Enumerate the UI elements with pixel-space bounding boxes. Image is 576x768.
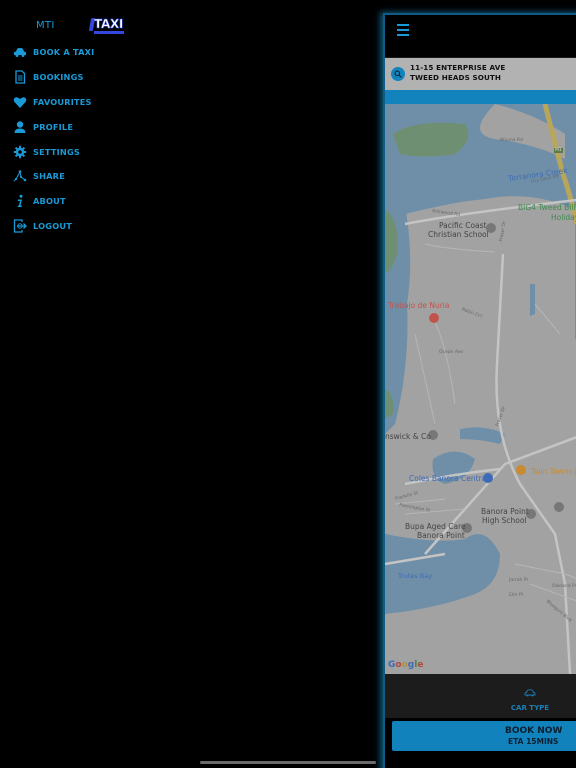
document-icon	[13, 70, 27, 84]
map-label: Jarrah Pl	[509, 578, 528, 583]
pickup-address-line1: 11-15 ENTERPRISE AVE	[410, 63, 506, 72]
menu-item-about[interactable]: ABOUT	[0, 189, 160, 214]
map-label: Christian School	[428, 230, 489, 239]
top-bar	[385, 15, 576, 57]
menu-item-favourites[interactable]: FAVOURITES	[0, 90, 160, 115]
menu-label: SETTINGS	[33, 146, 80, 157]
search-icon	[391, 67, 405, 81]
gear-icon	[13, 145, 27, 159]
hamburger-menu-icon[interactable]	[397, 24, 409, 36]
menu-label: LOGOUT	[33, 220, 72, 231]
map-label: Wyuna Rd	[500, 138, 523, 143]
map-label: Coles Banora Central	[409, 474, 489, 483]
eta-label: ETA 15MINS	[508, 737, 559, 746]
app-root: MTI TAXI BOOK A TAXI BOOKINGS FAVOURITES	[0, 0, 576, 768]
bottom-bar: CAR TYPE	[385, 674, 576, 718]
menu-label: BOOKINGS	[33, 72, 84, 83]
car-type-label: CAR TYPE	[510, 704, 550, 712]
car-icon	[13, 45, 27, 59]
map-label: Pacific Coast	[439, 221, 487, 230]
info-icon	[13, 194, 27, 208]
map-label: BIG4 Tweed Billab	[518, 203, 576, 212]
accent-strip	[385, 90, 576, 104]
map-label: Bupa Aged Care	[405, 522, 466, 531]
taxi-logo: TAXI	[88, 17, 124, 35]
map-label: nswick & Co	[385, 432, 431, 441]
map-view[interactable]: Terranora Creek Dry Dock Rd Wyuna Rd M1 …	[385, 104, 576, 674]
book-now-button[interactable]: BOOK NOW ETA 15MINS	[392, 721, 576, 751]
map-label: Twin Towns Ju	[531, 467, 576, 476]
menu-label: ABOUT	[33, 196, 66, 207]
heart-icon	[13, 95, 27, 109]
map-label: Holiday	[551, 213, 576, 222]
home-indicator[interactable]	[200, 761, 376, 764]
menu-label: FAVOURITES	[33, 96, 92, 107]
map-label: Ocean Ave	[439, 350, 464, 355]
main-panel[interactable]: 11-15 ENTERPRISE AVE TWEED HEADS SOUTH T…	[383, 13, 576, 768]
map-label: Elm Pl	[509, 593, 523, 598]
pickup-address: 11-15 ENTERPRISE AVE TWEED HEADS SOUTH	[410, 63, 505, 83]
side-menu: BOOK A TAXI BOOKINGS FAVOURITES PROFILE …	[0, 40, 160, 238]
user-icon	[13, 120, 27, 134]
menu-label: BOOK A TAXI	[33, 47, 95, 58]
menu-item-settings[interactable]: SETTINGS	[0, 139, 160, 164]
menu-label: PROFILE	[33, 121, 74, 132]
menu-label: SHARE	[33, 171, 65, 182]
map-pin-trabajo	[429, 313, 439, 323]
google-logo: Google	[388, 660, 424, 670]
map-label: High School	[482, 516, 527, 525]
logout-icon	[13, 219, 27, 233]
menu-header: MTI TAXI	[0, 14, 160, 38]
menu-item-share[interactable]: SHARE	[0, 164, 160, 189]
car-outline-icon	[524, 689, 536, 697]
map-label: Trutes Bay	[398, 572, 433, 580]
user-name: MTI	[36, 20, 55, 31]
menu-item-logout[interactable]: LOGOUT	[0, 214, 160, 239]
map-label: Oakland Pde	[552, 584, 576, 589]
map-label: Banora Point	[481, 507, 529, 516]
car-type-button[interactable]: CAR TYPE	[500, 682, 560, 712]
logo-text: TAXI	[94, 17, 124, 32]
map-label: Banora Point	[417, 531, 465, 540]
pickup-address-line2: TWEED HEADS SOUTH	[410, 73, 501, 82]
highway-shield: M1	[554, 148, 563, 153]
menu-item-book-a-taxi[interactable]: BOOK A TAXI	[0, 40, 160, 65]
pickup-address-field[interactable]: 11-15 ENTERPRISE AVE TWEED HEADS SOUTH	[385, 58, 576, 90]
map-background	[385, 104, 576, 674]
menu-item-bookings[interactable]: BOOKINGS	[0, 65, 160, 90]
map-label: Trabajo de Nuria	[388, 301, 450, 310]
share-icon	[13, 169, 27, 183]
logo-underline	[94, 31, 124, 34]
map-pin-extra	[554, 502, 564, 512]
map-pin-twin-towns	[516, 465, 526, 475]
book-now-label: BOOK NOW	[505, 726, 563, 736]
menu-item-profile[interactable]: PROFILE	[0, 114, 160, 139]
